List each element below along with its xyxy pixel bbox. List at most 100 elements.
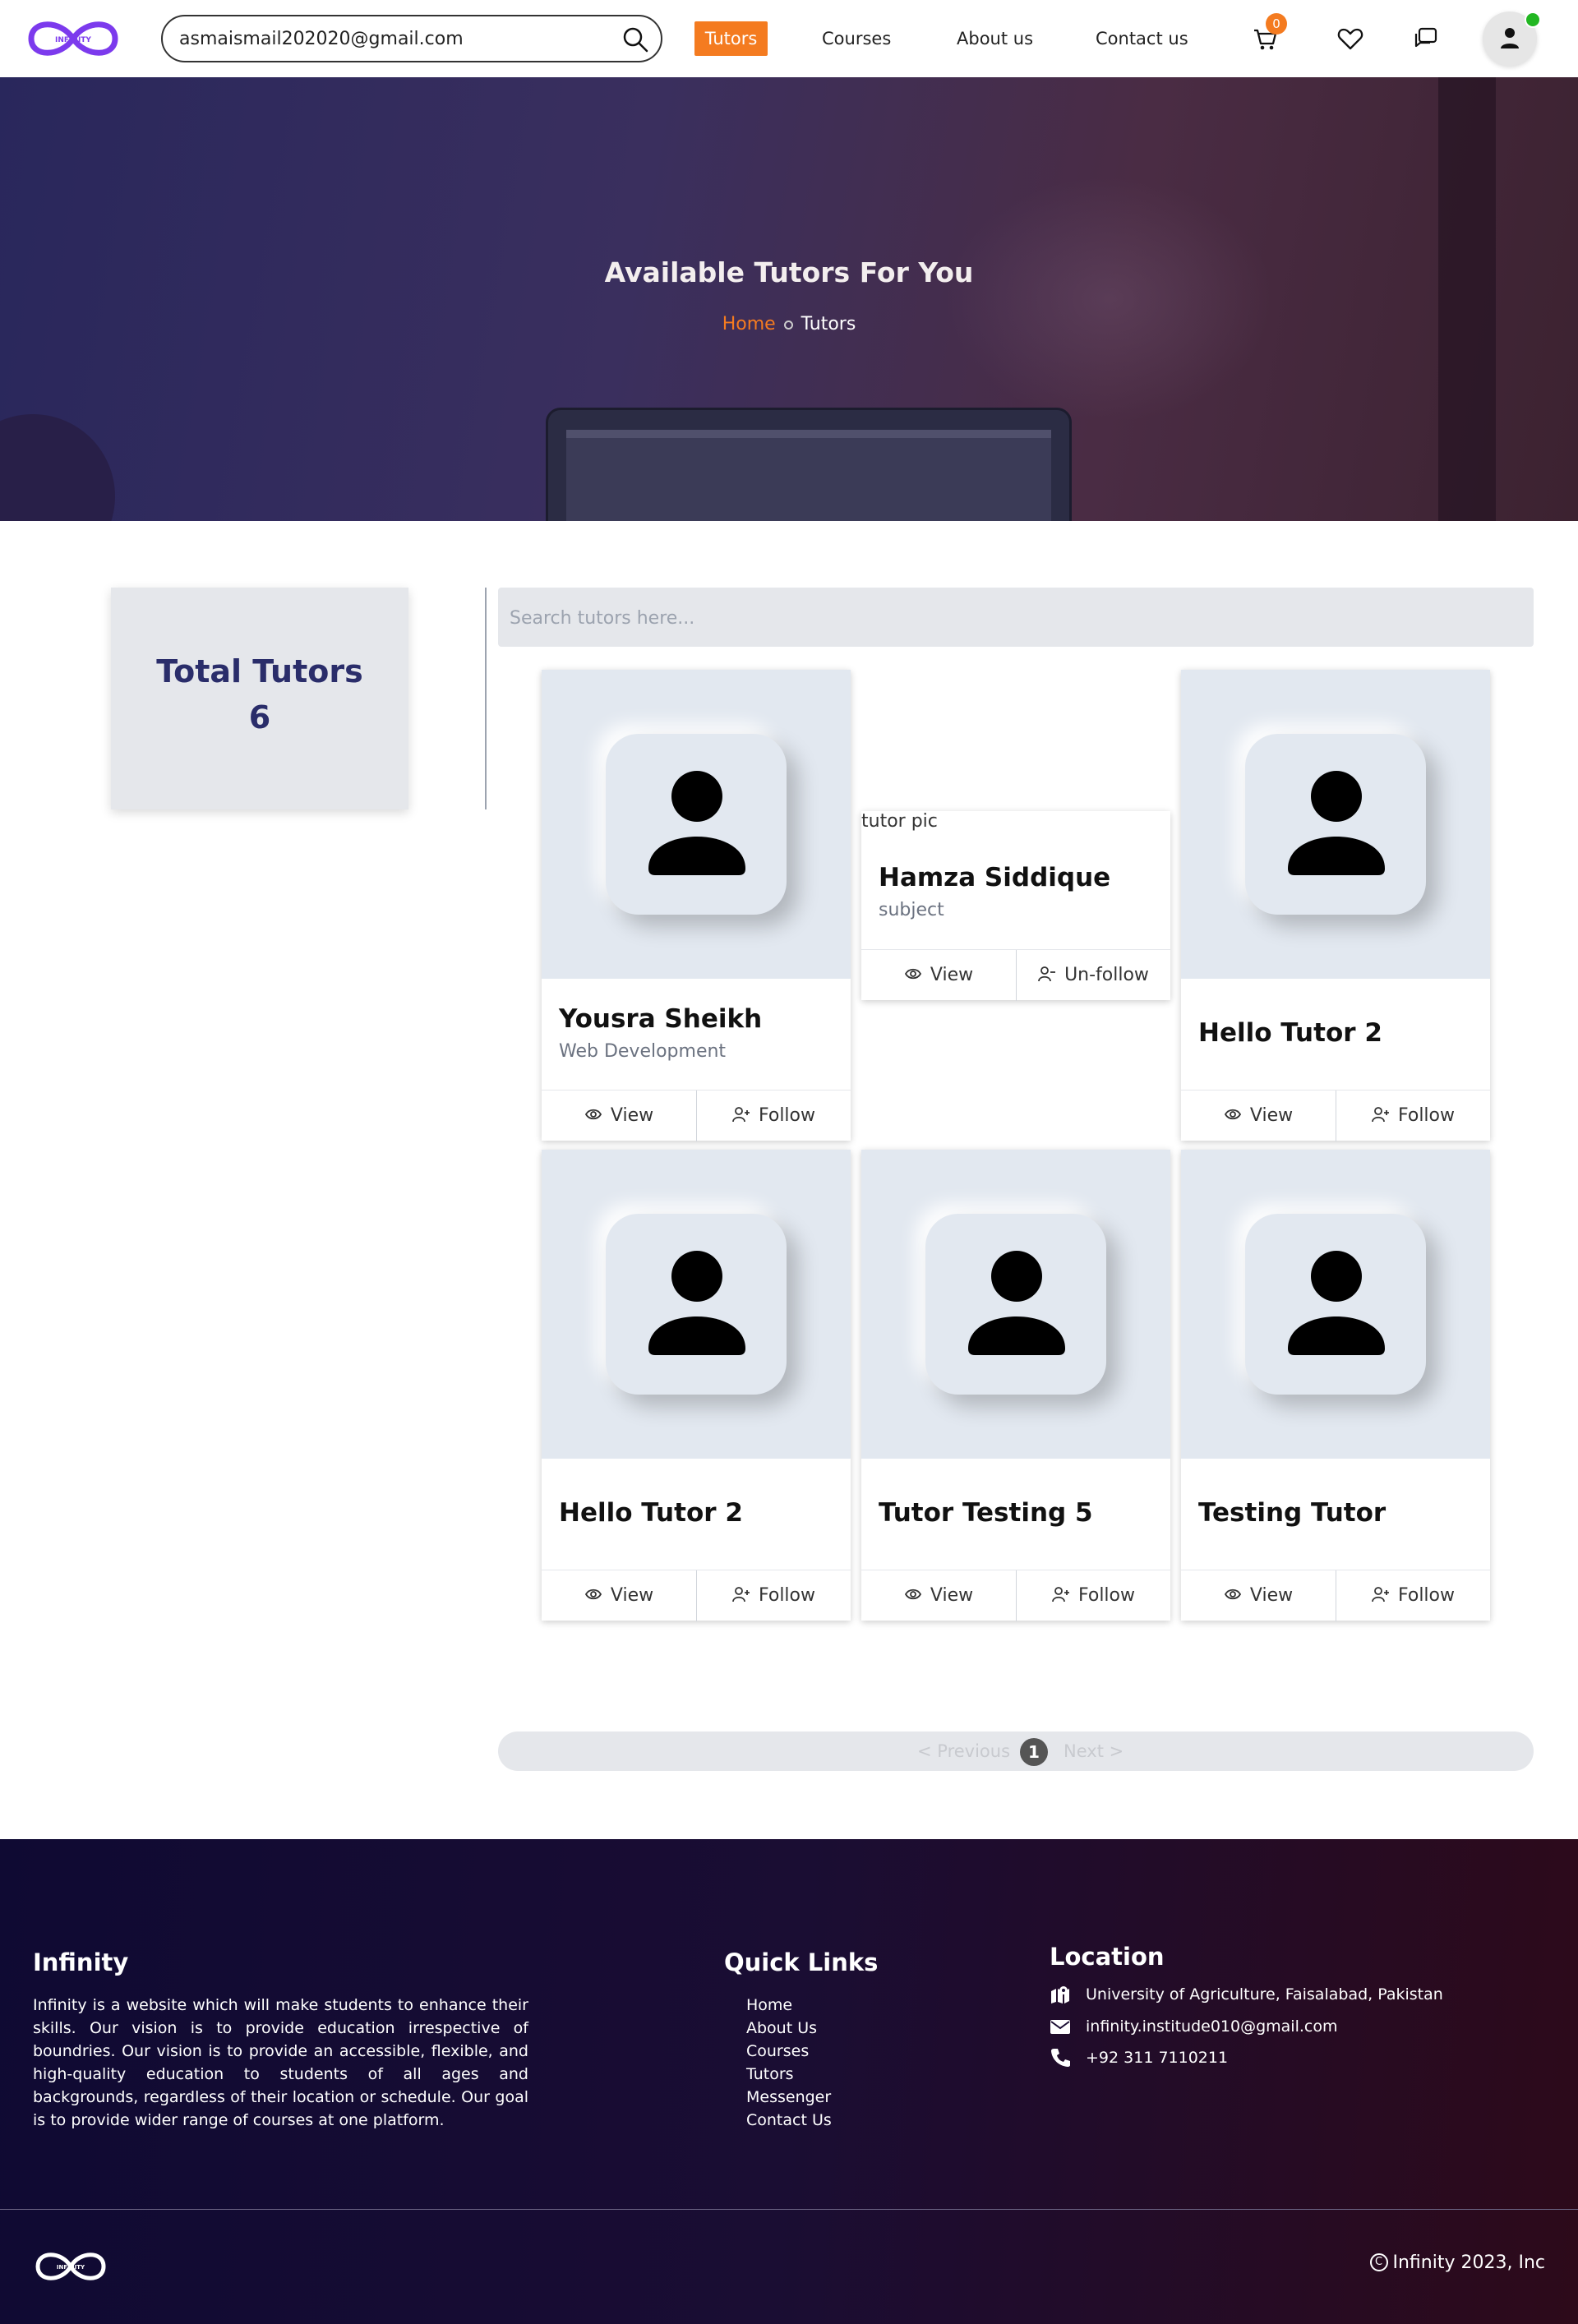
logo-text: INFINITY [55, 36, 91, 44]
tutor-search-input[interactable] [510, 604, 1496, 632]
tutor-card: Hello Tutor 2 View Follow [542, 1150, 851, 1621]
tutor-search [498, 588, 1534, 647]
view-button-label: View [930, 1585, 974, 1606]
quick-link-messenger[interactable]: Messenger [746, 2086, 832, 2109]
footer-email-text: infinity.institude010@gmail.com [1086, 2017, 1338, 2036]
tutor-card: Testing Tutor View Follow [1181, 1150, 1490, 1621]
hero-background-pillar [1438, 77, 1496, 521]
sidebar-divider [485, 588, 487, 809]
unfollow-button[interactable]: Un-follow [1016, 950, 1170, 1001]
tutor-actions: View Un-follow [861, 949, 1170, 1001]
tutor-actions: View Follow [861, 1570, 1170, 1621]
quick-link-about[interactable]: About Us [746, 2017, 832, 2040]
map-icon [1051, 1986, 1069, 2004]
tutor-name: Hello Tutor 2 [559, 1498, 743, 1528]
tutor-card: Yousra Sheikh Web Development View Follo… [542, 670, 851, 1141]
footer-email[interactable]: infinity.institude010@gmail.com [1050, 2014, 1510, 2039]
tutor-photo-broken: tutor pic [861, 811, 938, 832]
follow-button[interactable]: Follow [696, 1570, 851, 1621]
heart-icon[interactable] [1335, 23, 1366, 54]
follow-button[interactable]: Follow [696, 1091, 851, 1141]
footer-divider [0, 2209, 1578, 2210]
tutor-card: Hello Tutor 2 View Follow [1181, 670, 1490, 1141]
view-button[interactable]: View [861, 1570, 1016, 1621]
total-tutors-card: Total Tutors 6 [111, 588, 408, 809]
infinity-logo[interactable]: INFINITY [25, 13, 122, 64]
search-icon[interactable] [621, 25, 649, 53]
user-minus-icon [1038, 966, 1056, 982]
tutor-actions: View Follow [1181, 1570, 1490, 1621]
hero-background-laptop [546, 408, 1072, 521]
nav-link-about[interactable]: About us [957, 21, 1033, 56]
pagination-next[interactable]: Next > [1064, 1741, 1124, 1761]
footer-infinity-logo[interactable]: INFINITY [33, 2246, 108, 2287]
phone-icon [1051, 2049, 1070, 2067]
breadcrumb-separator-icon [783, 320, 793, 330]
view-button-label: View [1249, 1585, 1294, 1606]
eye-icon [904, 968, 921, 980]
tutor-photo [1181, 1150, 1490, 1459]
eye-icon [584, 1589, 602, 1600]
nav-link-tutors[interactable]: Tutors [694, 21, 768, 56]
tutor-photo [542, 1150, 851, 1459]
follow-button-label: Follow [758, 1105, 815, 1126]
total-tutors-count: 6 [248, 699, 271, 735]
tutor-subject: subject [879, 900, 944, 920]
user-plus-icon [1052, 1587, 1069, 1602]
tutor-photo [1181, 670, 1490, 979]
breadcrumb-home[interactable]: Home [722, 314, 776, 334]
pagination-current-page[interactable]: 1 [1020, 1738, 1048, 1766]
pagination: < Previous 1 Next > [498, 1731, 1534, 1771]
hero-background-glow [945, 176, 1274, 422]
tutor-actions: View Follow [542, 1570, 851, 1621]
view-button[interactable]: View [542, 1570, 696, 1621]
view-button[interactable]: View [542, 1091, 696, 1141]
tutor-card: Tutor Testing 5 View Follow [861, 1150, 1170, 1621]
footer-logo-text: INFINITY [57, 2264, 85, 2271]
footer-phone-text: +92 311 7110211 [1086, 2049, 1229, 2067]
quick-link-home[interactable]: Home [746, 1994, 832, 2017]
user-placeholder-icon [968, 1251, 1065, 1355]
follow-button-label: Follow [1077, 1585, 1135, 1606]
nav-link-contact[interactable]: Contact us [1096, 21, 1188, 56]
footer-about-text: Infinity is a website which will make st… [33, 1996, 528, 2129]
user-plus-icon [732, 1107, 750, 1123]
tutor-name: Hello Tutor 2 [1198, 1018, 1382, 1048]
user-placeholder-icon [648, 1251, 745, 1355]
copyright-text: Infinity 2023, Inc [1392, 2253, 1546, 2273]
total-tutors-label: Total Tutors [156, 653, 363, 689]
pagination-previous[interactable]: < Previous [917, 1741, 1010, 1761]
follow-button[interactable]: Follow [1336, 1570, 1490, 1621]
tutor-actions: View Follow [1181, 1090, 1490, 1141]
page-title: Available Tutors For You [604, 256, 974, 288]
quick-link-tutors[interactable]: Tutors [746, 2063, 832, 2086]
view-button[interactable]: View [1181, 1091, 1336, 1141]
view-button[interactable]: View [1181, 1570, 1336, 1621]
quick-link-courses[interactable]: Courses [746, 2040, 832, 2063]
quick-link-contact[interactable]: Contact Us [746, 2109, 832, 2132]
online-status-dot [1525, 12, 1541, 28]
header-search-input[interactable] [179, 26, 607, 51]
view-button-label: View [930, 965, 974, 985]
cart-count-badge: 0 [1266, 13, 1287, 35]
tutor-name: Yousra Sheikh [559, 1004, 763, 1034]
nav-link-courses[interactable]: Courses [822, 21, 891, 56]
user-plus-icon [732, 1587, 750, 1602]
chat-icon[interactable] [1410, 23, 1442, 54]
follow-button[interactable]: Follow [1336, 1091, 1490, 1141]
tutor-name: Tutor Testing 5 [879, 1498, 1093, 1528]
header-search [161, 15, 662, 62]
user-placeholder-icon [1288, 1251, 1385, 1355]
hero-banner: Available Tutors For You Home Tutors [0, 77, 1578, 521]
tutor-subject: Web Development [559, 1041, 727, 1062]
user-icon [1501, 28, 1519, 48]
hero-background-person [0, 414, 115, 521]
view-button[interactable]: View [861, 950, 1016, 1001]
footer-brand: Infinity [33, 1948, 129, 1976]
tutor-card: tutor pic Hamza Siddique subject View Un… [861, 811, 1170, 1001]
follow-button[interactable]: Follow [1016, 1570, 1170, 1621]
quick-links-list: Home About Us Courses Tutors Messenger C… [746, 1994, 832, 2132]
quick-links-title: Quick Links [724, 1948, 879, 1976]
eye-icon [904, 1589, 921, 1600]
footer-phone[interactable]: +92 311 7110211 [1050, 2045, 1510, 2070]
